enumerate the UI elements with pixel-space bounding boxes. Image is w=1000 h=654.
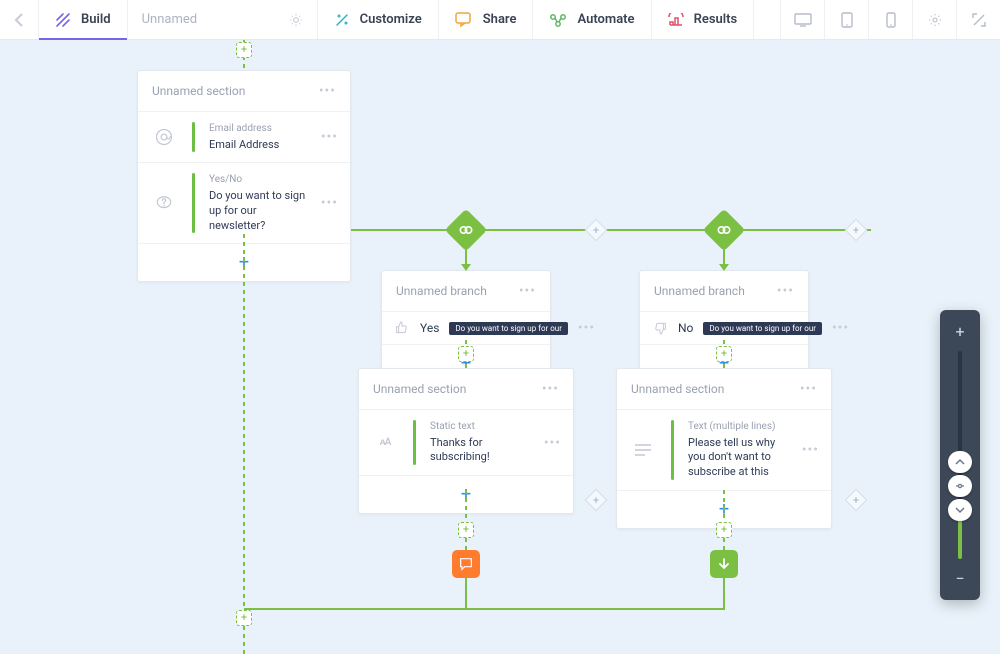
zoom-reset-button[interactable] xyxy=(948,475,972,497)
section-menu-button[interactable]: ••• xyxy=(800,381,817,397)
add-branch-button[interactable]: + xyxy=(845,489,868,512)
condition-menu-button[interactable]: ••• xyxy=(832,320,849,336)
zoom-slider[interactable] xyxy=(958,351,962,559)
mobile-view-button[interactable] xyxy=(868,0,912,39)
add-branch-button[interactable]: + xyxy=(585,489,608,512)
connector-line xyxy=(351,229,871,231)
zoom-step-down-button[interactable] xyxy=(948,499,972,521)
field-menu-button[interactable]: ••• xyxy=(544,435,561,451)
share-icon xyxy=(455,12,473,28)
thumbs-down-icon xyxy=(652,320,668,336)
atsign-icon xyxy=(150,123,178,151)
branch-split-node[interactable] xyxy=(445,209,487,251)
branch-title: Unnamed branch xyxy=(396,284,487,298)
tab-results-label: Results xyxy=(694,12,738,27)
tab-share-label: Share xyxy=(483,12,517,27)
add-node-button[interactable]: + xyxy=(716,522,732,538)
chat-icon xyxy=(458,556,474,572)
tab-share[interactable]: Share xyxy=(439,0,534,39)
text-icon: ᴀA xyxy=(371,429,399,457)
add-node-button[interactable]: + xyxy=(236,42,252,58)
tab-customize[interactable]: Customize xyxy=(318,0,439,39)
tab-customize-label: Customize xyxy=(360,12,422,27)
zoom-step-up-button[interactable] xyxy=(948,451,972,473)
top-nav: Build Unnamed Customize Share Automate R… xyxy=(0,0,1000,40)
section-title: Unnamed section xyxy=(152,84,245,98)
arrow-down-icon xyxy=(717,557,731,571)
desktop-view-button[interactable] xyxy=(780,0,824,39)
tab-automate-label: Automate xyxy=(577,12,634,27)
add-node-button[interactable]: + xyxy=(458,346,474,362)
tab-automate[interactable]: Automate xyxy=(533,0,651,39)
project-title[interactable]: Unnamed xyxy=(128,0,318,39)
branch-answer: Yes xyxy=(420,321,439,335)
add-node-button[interactable]: + xyxy=(716,346,732,362)
field-menu-button[interactable]: ••• xyxy=(802,442,819,458)
tab-build[interactable]: Build xyxy=(39,0,128,39)
fullscreen-button[interactable] xyxy=(956,0,1000,39)
multiline-icon xyxy=(629,436,657,464)
section-title: Unnamed section xyxy=(631,382,724,396)
split-icon xyxy=(716,222,732,238)
gear-icon[interactable] xyxy=(289,13,303,27)
branch-condition-pill: Do you want to sign up for our xyxy=(703,322,822,335)
connector-line xyxy=(465,490,467,550)
connector-line xyxy=(244,608,725,610)
flow-canvas[interactable]: + Unnamed section ••• Email addressEmail… xyxy=(0,40,1000,620)
tab-build-label: Build xyxy=(81,12,111,27)
zoom-panel: + − xyxy=(940,310,980,600)
device-toggles xyxy=(780,0,1000,39)
field-row-multiline[interactable]: Text (multiple lines)Please tell us why … xyxy=(617,409,831,490)
results-icon xyxy=(668,13,684,27)
branch-title: Unnamed branch xyxy=(654,284,745,298)
connector-line xyxy=(723,578,725,610)
section-title: Unnamed section xyxy=(373,382,466,396)
condition-menu-button[interactable]: ••• xyxy=(578,320,595,336)
settings-button[interactable] xyxy=(912,0,956,39)
arrow-down-icon xyxy=(461,264,471,271)
chevron-left-icon xyxy=(14,13,24,27)
project-title-text: Unnamed xyxy=(142,12,198,27)
section-menu-button[interactable]: ••• xyxy=(542,381,559,397)
tab-results[interactable]: Results xyxy=(652,0,755,39)
section-menu-button[interactable]: ••• xyxy=(319,83,336,99)
branch-menu-button[interactable]: ••• xyxy=(777,283,794,299)
field-menu-button[interactable]: ••• xyxy=(321,129,338,145)
connector-line xyxy=(465,578,467,610)
thumbs-up-icon xyxy=(394,320,410,336)
field-row-yesno[interactable]: Yes/NoDo you want to sign up for our new… xyxy=(138,162,350,243)
branch-menu-button[interactable]: ••• xyxy=(519,283,536,299)
automate-icon xyxy=(549,13,567,27)
branch-condition-pill: Do you want to sign up for our xyxy=(449,322,568,335)
add-node-button[interactable]: + xyxy=(458,522,474,538)
arrow-down-icon xyxy=(719,264,729,271)
build-icon xyxy=(55,12,71,28)
field-menu-button[interactable]: ••• xyxy=(321,195,338,211)
zoom-in-button[interactable]: + xyxy=(940,320,980,343)
branch-answer: No xyxy=(678,321,693,335)
connector-line xyxy=(243,234,245,654)
end-node-message[interactable] xyxy=(452,550,480,578)
end-node-continue[interactable] xyxy=(710,550,738,578)
field-row-static[interactable]: ᴀA Static textThanks for subscribing! ••… xyxy=(359,409,573,475)
add-node-button[interactable]: + xyxy=(236,610,252,626)
split-icon xyxy=(458,222,474,238)
zoom-out-button[interactable]: − xyxy=(940,567,980,590)
branch-split-node[interactable] xyxy=(703,209,745,251)
tablet-view-button[interactable] xyxy=(824,0,868,39)
wand-icon xyxy=(334,12,350,28)
question-icon xyxy=(150,189,178,217)
field-row-email[interactable]: Email addressEmail Address ••• xyxy=(138,111,350,162)
add-branch-button[interactable]: + xyxy=(845,219,868,242)
add-branch-button[interactable]: + xyxy=(585,219,608,242)
connector-line xyxy=(723,490,725,550)
back-button[interactable] xyxy=(0,0,39,39)
